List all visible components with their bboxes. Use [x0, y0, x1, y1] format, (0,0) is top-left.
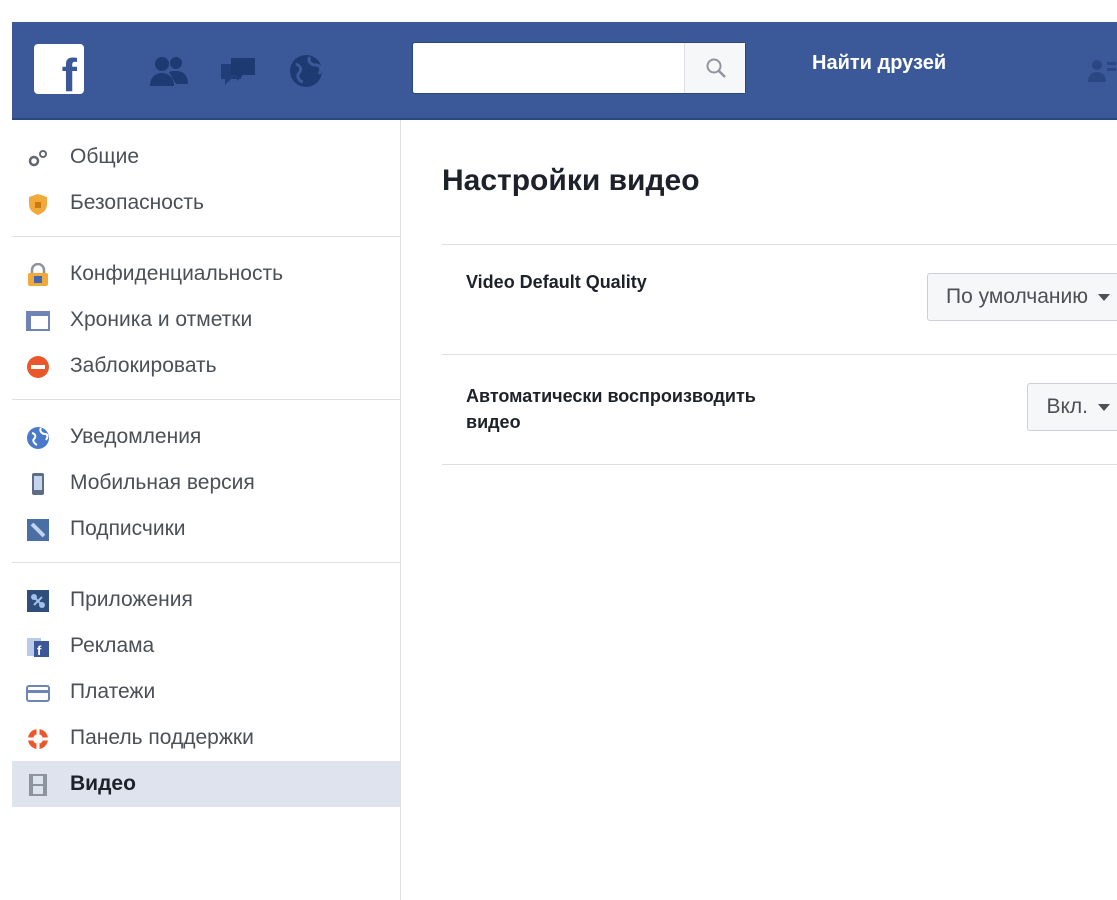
sidebar-item-label: Конфиденциальность — [70, 262, 284, 285]
sidebar-item-security[interactable]: Безопасность — [12, 180, 400, 226]
rss-icon — [26, 518, 50, 542]
ads-icon: f — [26, 635, 50, 659]
sidebar-item-label: Безопасность — [70, 191, 204, 214]
find-friends-link[interactable]: Найти друзей — [812, 52, 946, 75]
mobile-icon — [26, 472, 50, 496]
sidebar-item-support[interactable]: Панель поддержки — [12, 715, 400, 761]
divider — [442, 464, 1117, 465]
sidebar-item-ads[interactable]: f Реклама — [12, 623, 400, 669]
payments-icon — [26, 681, 50, 705]
sidebar-group: Общие Безопасность — [12, 120, 400, 237]
support-icon — [26, 727, 50, 751]
video-quality-select[interactable]: По умолчанию — [926, 273, 1117, 321]
search-box — [412, 42, 746, 94]
sidebar-item-blocking[interactable]: Заблокировать — [12, 343, 400, 389]
search-button[interactable] — [684, 43, 745, 93]
sidebar-group: Приложения f Реклама Платежи Панель подд… — [12, 563, 400, 817]
search-icon — [706, 58, 726, 78]
select-value: По умолчанию — [945, 285, 1088, 308]
facebook-logo[interactable]: f — [34, 44, 84, 98]
logo-letter: f — [61, 49, 77, 101]
sidebar-item-label: Приложения — [70, 588, 193, 611]
notifications-globe-icon[interactable] — [284, 52, 328, 90]
sidebar-item-privacy[interactable]: Конфиденциальность — [12, 251, 400, 297]
sidebar-item-label: Хроника и отметки — [70, 308, 253, 331]
setting-label: Автоматически воспроизводить видео — [466, 386, 756, 432]
sidebar-item-label: Платежи — [70, 680, 156, 703]
sidebar-item-label: Заблокировать — [70, 354, 217, 377]
timeline-icon — [26, 309, 50, 333]
settings-sidebar: Общие Безопасность Конфиденциальность Хр… — [12, 120, 401, 900]
setting-row-autoplay: Автоматически воспроизводить видео Вкл. — [442, 354, 1117, 465]
sidebar-item-payments[interactable]: Платежи — [12, 669, 400, 715]
lock-icon — [26, 263, 50, 287]
sidebar-item-label: Подписчики — [70, 517, 186, 540]
friends-icon[interactable] — [147, 52, 191, 90]
caret-down-icon — [1098, 294, 1110, 301]
sidebar-item-timeline[interactable]: Хроника и отметки — [12, 297, 400, 343]
film-icon — [26, 773, 50, 797]
sidebar-item-label: Уведомления — [70, 425, 202, 448]
sidebar-item-video[interactable]: Видео — [12, 761, 400, 807]
block-icon — [26, 355, 50, 379]
select-value: Вкл. — [1046, 395, 1088, 418]
svg-text:f: f — [37, 643, 42, 658]
sidebar-group: Конфиденциальность Хроника и отметки Заб… — [12, 237, 400, 400]
setting-label: Video Default Quality — [466, 272, 647, 292]
sidebar-item-label: Видео — [70, 772, 136, 795]
top-navigation-bar: f Найти друзей — [12, 22, 1117, 120]
sidebar-item-label: Мобильная версия — [70, 471, 255, 494]
caret-down-icon — [1098, 404, 1110, 411]
sidebar-item-general[interactable]: Общие — [12, 134, 400, 180]
sidebar-item-label: Реклама — [70, 634, 155, 657]
sidebar-item-notifications[interactable]: Уведомления — [12, 414, 400, 460]
sidebar-group: Уведомления Мобильная версия Подписчики — [12, 400, 400, 563]
shield-icon — [26, 192, 50, 216]
autoplay-select[interactable]: Вкл. — [1027, 383, 1117, 431]
sidebar-item-apps[interactable]: Приложения — [12, 577, 400, 623]
messages-icon[interactable] — [217, 52, 261, 90]
apps-icon — [26, 589, 50, 613]
search-input[interactable] — [423, 51, 687, 85]
sidebar-item-followers[interactable]: Подписчики — [12, 506, 400, 552]
friend-requests-icon[interactable] — [1087, 56, 1117, 84]
page-title: Настройки видео — [442, 164, 700, 197]
settings-main: Настройки видео Video Default Quality По… — [400, 120, 1117, 900]
setting-row-video-quality: Video Default Quality По умолчанию — [442, 244, 1117, 355]
sidebar-item-mobile[interactable]: Мобильная версия — [12, 460, 400, 506]
sidebar-item-label: Общие — [70, 145, 140, 168]
sidebar-item-label: Панель поддержки — [70, 726, 254, 749]
gears-icon — [26, 146, 50, 170]
globe-icon — [26, 426, 50, 450]
